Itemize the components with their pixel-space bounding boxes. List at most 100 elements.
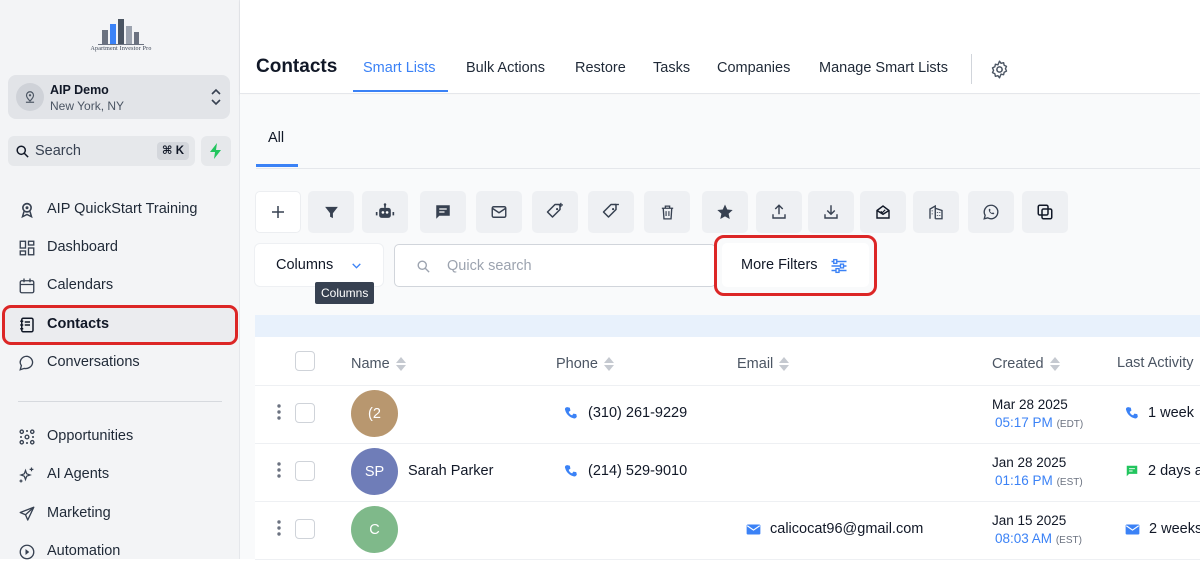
add-contact-button[interactable]: [255, 191, 301, 233]
tab-bulk-actions[interactable]: Bulk Actions: [466, 60, 545, 76]
sidebar-item-marketing[interactable]: Marketing: [0, 495, 240, 533]
import-button[interactable]: [808, 191, 854, 233]
row-checkbox[interactable]: [295, 403, 315, 423]
send-sms-button[interactable]: [420, 191, 466, 233]
column-header-name[interactable]: Name: [351, 355, 407, 373]
avatar[interactable]: C: [351, 506, 398, 553]
email-cell[interactable]: calicocat96@gmail.com: [746, 521, 923, 537]
add-to-company-button[interactable]: [913, 191, 959, 233]
sidebar-item-calendars[interactable]: Calendars: [0, 267, 240, 305]
filter-button[interactable]: [308, 191, 354, 233]
tag-add-icon: [546, 202, 563, 218]
select-all-checkbox[interactable]: [295, 351, 315, 371]
merge-contacts-button[interactable]: [1022, 191, 1068, 233]
tab-tasks[interactable]: Tasks: [653, 60, 690, 76]
column-header-phone[interactable]: Phone: [556, 355, 615, 373]
contact-name[interactable]: Sarah Parker: [408, 463, 493, 479]
row-checkbox[interactable]: [295, 519, 315, 539]
contacts-icon: [20, 317, 34, 333]
calendar-icon: [19, 278, 35, 294]
timezone: (EST): [1056, 477, 1083, 488]
sort-icon: [1049, 357, 1060, 371]
download-icon: [824, 205, 838, 219]
tab-all[interactable]: All: [268, 130, 284, 146]
activity-value: 1 week: [1148, 405, 1194, 421]
tab-restore[interactable]: Restore: [575, 60, 626, 76]
phone-cell[interactable]: (214) 529-9010: [564, 463, 687, 479]
sidebar-item-conversations[interactable]: Conversations: [0, 344, 240, 382]
drag-handle-icon[interactable]: [277, 520, 281, 536]
created-date: Jan 15 2025: [992, 513, 1067, 528]
sidebar-item-opportunities[interactable]: Opportunities: [0, 418, 240, 456]
table-row[interactable]: SP Sarah Parker (214) 529-9010 Jan 28 20…: [255, 444, 1200, 502]
whatsapp-icon: [983, 204, 999, 220]
column-header-label: Last Activity: [1117, 355, 1194, 371]
column-header-last-activity[interactable]: Last Activity: [1117, 355, 1194, 371]
search-icon: [417, 260, 430, 273]
sidebar-item-automation[interactable]: Automation: [0, 533, 240, 571]
sidebar-item-label: Calendars: [47, 277, 114, 293]
sidebar-item-label: AI Agents: [47, 466, 110, 482]
delete-button[interactable]: [644, 191, 690, 233]
sidebar-item-label: Conversations: [47, 354, 140, 370]
more-filters-button[interactable]: More Filters: [722, 243, 869, 287]
sort-icon: [395, 357, 406, 371]
columns-dropdown[interactable]: Columns: [255, 244, 383, 286]
tab-smart-lists[interactable]: Smart Lists: [363, 60, 436, 76]
whatsapp-button[interactable]: [968, 191, 1014, 233]
contacts-table: Name Phone Email Created Last Activity (…: [255, 337, 1200, 560]
send-email-button[interactable]: [476, 191, 522, 233]
email-value: calicocat96@gmail.com: [770, 521, 924, 537]
sidebar-item-label: Marketing: [47, 505, 111, 521]
column-header-email[interactable]: Email: [737, 355, 790, 373]
phone-value: (310) 261-9229: [588, 405, 688, 421]
table-row[interactable]: (2 (310) 261-9229 Mar 28 2025 05:17 PM (…: [255, 386, 1200, 444]
column-header-created[interactable]: Created: [992, 355, 1061, 373]
time-value: 08:03 AM: [995, 531, 1053, 546]
column-header-label: Phone: [556, 356, 598, 372]
last-activity-cell: 1 week: [1125, 405, 1194, 421]
sliders-icon: [831, 258, 847, 274]
sidebar-item-ai-agents[interactable]: AI Agents: [0, 456, 240, 494]
drag-handle-icon[interactable]: [277, 404, 281, 420]
account-switcher[interactable]: AIP Demo New York, NY: [8, 75, 230, 119]
account-name: AIP Demo: [50, 83, 109, 97]
sidebar-search[interactable]: Search ⌘ K: [8, 136, 195, 166]
sidebar-item-dashboard[interactable]: Dashboard: [0, 229, 240, 267]
active-tab-underline: [353, 90, 448, 92]
row-checkbox[interactable]: [295, 461, 315, 481]
send-review-request-button[interactable]: [860, 191, 906, 233]
company-logo[interactable]: Apartment Investor Pro: [78, 16, 164, 56]
sidebar-item-contacts[interactable]: Contacts: [0, 306, 240, 344]
phone-cell[interactable]: (310) 261-9229: [564, 405, 687, 421]
more-filters-label: More Filters: [741, 257, 818, 273]
activity-value: 2 weeks: [1149, 521, 1200, 537]
location-avatar: [16, 83, 44, 111]
top-header: Contacts Smart Lists Bulk Actions Restor…: [240, 0, 1200, 94]
sidebar-item-quickstart[interactable]: AIP QuickStart Training: [0, 191, 240, 229]
tab-companies[interactable]: Companies: [717, 60, 790, 76]
table-row[interactable]: C calicocat96@gmail.com Jan 15 2025 08:0…: [255, 502, 1200, 560]
sidebar-item-label: AIP QuickStart Training: [47, 201, 198, 217]
quick-search-input[interactable]: [447, 256, 697, 276]
quick-search-field[interactable]: [394, 244, 716, 287]
quick-actions-button[interactable]: [201, 136, 231, 166]
add-to-favorites-button[interactable]: [702, 191, 748, 233]
export-button[interactable]: [756, 191, 802, 233]
automation-workflow-button[interactable]: [362, 191, 408, 233]
columns-tooltip: Columns: [315, 282, 375, 304]
remove-tag-button[interactable]: [588, 191, 634, 233]
add-tag-button[interactable]: [532, 191, 578, 233]
gear-icon[interactable]: [989, 59, 1010, 80]
email-icon: [491, 206, 507, 218]
created-date: Jan 28 2025: [992, 455, 1067, 470]
avatar[interactable]: SP: [351, 448, 398, 495]
timezone: (EST): [1055, 535, 1082, 546]
avatar[interactable]: (2: [351, 390, 398, 437]
drag-handle-icon[interactable]: [277, 462, 281, 478]
subtab-divider: [256, 168, 1200, 169]
search-label: Search: [35, 143, 81, 159]
mailbox-icon: [876, 205, 890, 219]
phone-icon: [564, 407, 577, 419]
tab-manage-smart-lists[interactable]: Manage Smart Lists: [819, 60, 948, 76]
